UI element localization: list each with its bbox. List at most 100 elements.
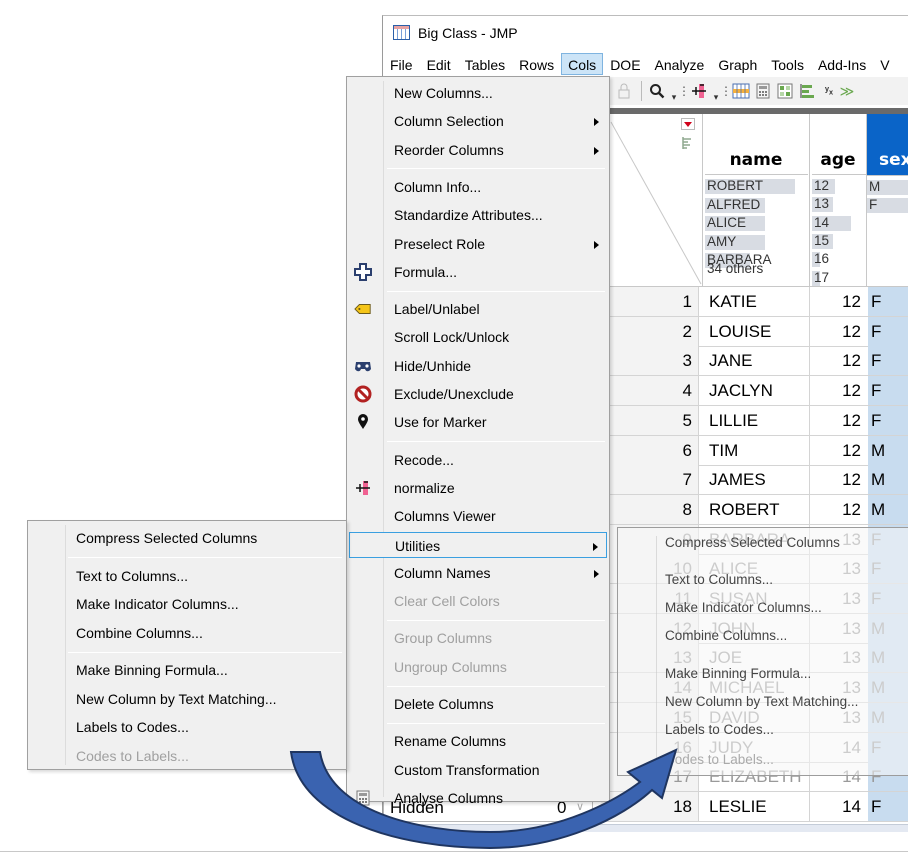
menu-item-reorder-columns[interactable]: Reorder Columns xyxy=(349,137,607,163)
column-header-name[interactable]: name ROBERT ALFRED ALICE AMY BARBARA 34 other… xyxy=(703,114,810,287)
menu-file[interactable]: File xyxy=(383,53,420,75)
column-header-sex[interactable]: sex MF xyxy=(867,114,908,287)
bar-chart-icon[interactable] xyxy=(796,79,818,103)
cell-name[interactable]: JACLYN xyxy=(705,376,810,406)
cell-name[interactable]: KATIE xyxy=(705,287,810,316)
submenu-arrow-icon xyxy=(594,146,599,155)
menu-tools[interactable]: Tools xyxy=(764,53,811,75)
cell-name[interactable]: LOUISE xyxy=(705,316,810,346)
menu-item-group-columns[interactable]: Group Columns xyxy=(349,625,607,651)
menu-graph[interactable]: Graph xyxy=(711,53,764,75)
cell-sex[interactable]: F xyxy=(868,405,908,435)
menu-item-hide-unhide[interactable]: Hide/Unhide xyxy=(349,353,607,379)
cell-age[interactable]: 12 xyxy=(810,436,868,465)
row-number[interactable]: 2 xyxy=(601,316,699,346)
cell-name[interactable]: ROBERT xyxy=(705,494,810,524)
menu-item-new-columns[interactable]: New Columns... xyxy=(349,80,607,106)
cell-name[interactable]: TIM xyxy=(705,435,810,465)
calculator-icon[interactable] xyxy=(752,79,774,103)
menu-item-compress-selected-columns[interactable]: Compress Selected Columns xyxy=(30,525,344,551)
cell-sex[interactable]: F xyxy=(868,376,908,406)
cell-sex[interactable]: M xyxy=(868,435,908,465)
cell-sex[interactable]: F xyxy=(868,346,908,376)
cell-name[interactable]: LILLIE xyxy=(705,405,810,435)
menu-item-label-unlabel[interactable]: Label/Unlabel xyxy=(349,296,607,322)
menu-item-formula[interactable]: Formula... xyxy=(349,259,607,285)
menu-item-recode[interactable]: Recode... xyxy=(349,447,607,473)
menu-item-make-indicator-columns[interactable]: Make Indicator Columns... xyxy=(30,591,344,617)
menu-item-normalize[interactable]: normalize xyxy=(349,475,607,501)
cell-age[interactable]: 12 xyxy=(810,495,868,524)
menu-item-column-selection[interactable]: Column Selection xyxy=(349,108,607,134)
column-menu-red-triangle-icon[interactable] xyxy=(681,118,695,130)
cell-age[interactable]: 14 xyxy=(810,792,868,821)
row-number[interactable]: 18 xyxy=(601,791,699,821)
column-summary-name: ROBERT ALFRED ALICE AMY BARBARA 34 others xyxy=(705,174,808,286)
menu-item-ungroup-columns[interactable]: Ungroup Columns xyxy=(349,654,607,680)
cell-age[interactable]: 12 xyxy=(810,317,868,346)
menu-item-column-names[interactable]: Column Names xyxy=(349,560,607,586)
data-table-icon[interactable] xyxy=(730,79,752,103)
menu-analyze[interactable]: Analyze xyxy=(648,53,712,75)
row-number[interactable]: 5 xyxy=(601,405,699,435)
menu-item-delete-columns[interactable]: Delete Columns xyxy=(349,691,607,717)
formula-plus-icon xyxy=(354,262,372,281)
menu-item-analyse-columns[interactable]: Analyse Columns xyxy=(349,785,607,811)
menu-item-labels-to-codes[interactable]: Labels to Codes... xyxy=(30,714,344,740)
cell-name[interactable]: JAMES xyxy=(705,465,810,495)
cell-name[interactable]: JANE xyxy=(705,346,810,376)
menu-item-rename-columns[interactable]: Rename Columns xyxy=(349,728,607,754)
cell-age[interactable]: 12 xyxy=(810,465,868,494)
menu-item-standardize-attributes[interactable]: Standardize Attributes... xyxy=(349,202,607,228)
cell-sex[interactable]: F xyxy=(868,287,908,316)
menu-item-codes-to-labels[interactable]: Codes to Labels... xyxy=(30,743,344,769)
menu-item-exclude-unexclude[interactable]: Exclude/Unexclude xyxy=(349,381,607,407)
row-number[interactable]: 7 xyxy=(601,465,699,495)
cell-age[interactable]: 12 xyxy=(810,346,868,375)
menu-rows[interactable]: Rows xyxy=(512,53,561,75)
cell-age[interactable]: 12 xyxy=(810,376,868,405)
lock-icon[interactable] xyxy=(611,79,637,103)
row-number[interactable]: 8 xyxy=(601,494,699,524)
cell-name[interactable]: LESLIE xyxy=(705,791,810,821)
summary-value: ALFRED xyxy=(707,196,761,212)
menu-item-use-for-marker[interactable]: Use for Marker xyxy=(349,409,607,435)
menu-add-ins[interactable]: Add-Ins xyxy=(811,53,873,75)
normalize-icon[interactable] xyxy=(688,79,710,103)
menu-item-utilities[interactable]: Utilities xyxy=(349,531,607,558)
menu-separator xyxy=(387,441,605,443)
menu-v[interactable]: V xyxy=(873,53,896,75)
submenu-arrow-icon xyxy=(594,569,599,578)
cell-sex[interactable]: F xyxy=(868,791,908,821)
menu-item-text-to-columns[interactable]: Text to Columns... xyxy=(30,563,344,589)
search-icon[interactable] xyxy=(646,79,668,103)
table-corner[interactable] xyxy=(597,114,703,287)
menu-item-preselect-role[interactable]: Preselect Role xyxy=(349,231,607,257)
grid-icon[interactable] xyxy=(774,79,796,103)
menu-item-columns-viewer[interactable]: Columns Viewer xyxy=(349,503,607,529)
menu-doe[interactable]: DOE xyxy=(603,53,647,75)
menu-item-column-info[interactable]: Column Info... xyxy=(349,174,607,200)
cell-age[interactable]: 12 xyxy=(810,287,868,316)
arrow-icon[interactable]: ≫ xyxy=(840,79,855,103)
row-number[interactable]: 1 xyxy=(601,287,699,316)
menu-item-custom-transformation[interactable]: Custom Transformation xyxy=(349,757,607,783)
row-number[interactable]: 6 xyxy=(601,435,699,465)
menu-item-scroll-lock-unlock[interactable]: Scroll Lock/Unlock xyxy=(349,324,607,350)
row-number[interactable]: 4 xyxy=(601,376,699,406)
column-header-age[interactable]: age 12 13 14 15 16 17 xyxy=(810,114,867,287)
ghost-menu-item: Make Binning Formula... xyxy=(665,666,812,681)
cell-sex[interactable]: F xyxy=(868,316,908,346)
menu-item-make-binning-formula[interactable]: Make Binning Formula... xyxy=(30,657,344,683)
menu-tables[interactable]: Tables xyxy=(458,53,512,75)
menu-cols[interactable]: Cols xyxy=(561,53,604,75)
menu-item-new-column-by-text-matching[interactable]: New Column by Text Matching... xyxy=(30,686,344,712)
cell-age[interactable]: 12 xyxy=(810,406,868,435)
cell-sex[interactable]: M xyxy=(868,494,908,524)
menu-item-clear-cell-colors[interactable]: Clear Cell Colors xyxy=(349,588,607,614)
fit-y-by-x-icon[interactable]: ʸₓ xyxy=(818,79,840,103)
cell-sex[interactable]: M xyxy=(868,465,908,495)
menu-item-combine-columns[interactable]: Combine Columns... xyxy=(30,620,344,646)
menu-edit[interactable]: Edit xyxy=(420,53,458,75)
row-number[interactable]: 3 xyxy=(601,346,699,376)
